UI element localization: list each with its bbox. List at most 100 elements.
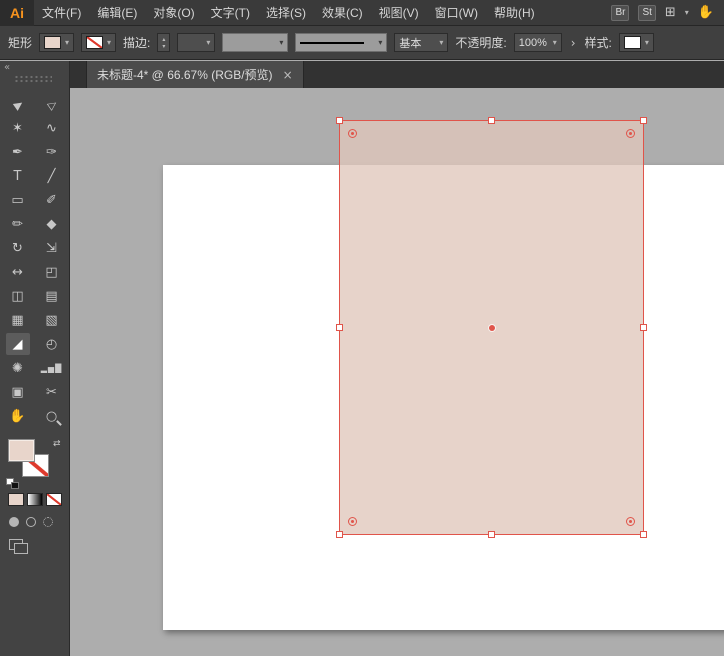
fill-swatch[interactable] <box>8 439 35 462</box>
live-corner-widget-bottom-left[interactable] <box>348 517 357 526</box>
panel-grip[interactable] <box>14 75 52 83</box>
brush-definition-combo[interactable]: ▾ <box>295 33 388 52</box>
menu-type[interactable]: 文字(T) <box>203 0 258 26</box>
none-button[interactable] <box>46 493 62 506</box>
handle-top-middle[interactable] <box>487 117 495 124</box>
handle-top-left[interactable] <box>336 117 343 124</box>
menu-effect[interactable]: 效果(C) <box>314 0 371 26</box>
canvas-area[interactable] <box>70 88 724 656</box>
zoom-tool[interactable]: ○ <box>40 405 64 427</box>
width-tool[interactable]: ↔ <box>6 261 30 283</box>
paint-mode-buttons <box>0 489 69 506</box>
stroke-color-swatch <box>86 36 104 49</box>
default-fill-stroke-icon[interactable] <box>6 478 19 489</box>
opacity-label: 不透明度: <box>455 36 507 50</box>
perspective-grid-tool[interactable]: ▤ <box>40 285 64 307</box>
shape-builder-tool[interactable]: ◫ <box>6 285 30 307</box>
menubar-right-group: Br St ⊞ ▾ ✋ <box>611 4 724 21</box>
lasso-tool[interactable]: ∿ <box>40 117 64 139</box>
free-transform-tool[interactable]: ◰ <box>40 261 64 283</box>
spinner-down-icon[interactable]: ▾ <box>162 43 165 50</box>
tab-bar: 未标题-4* @ 66.67% (RGB/预览) × <box>70 61 724 88</box>
caret-down-icon: ▾ <box>684 7 689 17</box>
rectangle-tool[interactable]: ▭ <box>6 189 30 211</box>
brush-name-combo[interactable]: 基本 ▾ <box>394 33 449 52</box>
hand-tool[interactable]: ✋ <box>6 405 30 427</box>
tab-close-icon[interactable]: × <box>283 68 293 82</box>
tools-grid: ▶ ▷ ✶ ∿ ✒ ✑ T ╱ ▭ ✐ ✏ ◆ ↻ ⇲ ↔ ◰ ◫ ▤ ▦ ▧ … <box>0 88 69 427</box>
control-bar: 矩形 ▾ ▾ 描边: ▴ ▾ ▾ ▾ ▾ 基本 ▾ 不透明度: 100% ▾ ›… <box>0 26 724 60</box>
line-segment-tool[interactable]: ╱ <box>40 165 64 187</box>
screen-mode-front-rect <box>14 543 28 554</box>
rotate-tool[interactable]: ↻ <box>6 237 30 259</box>
screen-mode-icon[interactable] <box>9 539 29 555</box>
arrange-documents-icon[interactable]: ⊞ <box>665 5 676 20</box>
eyedropper-tool[interactable]: ◢ <box>5 333 30 355</box>
expand-panel-icon[interactable]: › <box>569 36 578 50</box>
menu-object[interactable]: 对象(O) <box>145 0 202 26</box>
handle-bottom-right[interactable] <box>640 531 647 538</box>
opacity-combo[interactable]: 100% ▾ <box>513 33 562 52</box>
handle-middle-left[interactable] <box>336 323 343 331</box>
selection-tool[interactable]: ▶ <box>1 88 33 120</box>
draw-normal-icon[interactable] <box>9 517 19 527</box>
draw-inside-icon[interactable] <box>43 517 53 527</box>
selected-rectangle[interactable] <box>336 117 647 538</box>
fill-color-swatch <box>44 36 62 49</box>
center-anchor-point[interactable] <box>488 324 495 331</box>
menu-select[interactable]: 选择(S) <box>258 0 314 26</box>
tab-title: 未标题-4* @ 66.67% (RGB/预览) <box>97 68 273 82</box>
live-corner-widget-bottom-right[interactable] <box>626 517 635 526</box>
stock-button[interactable]: St <box>638 4 656 21</box>
eraser-tool[interactable]: ◆ <box>40 213 64 235</box>
stroke-weight-label: 描边: <box>123 36 151 50</box>
slice-tool[interactable]: ✂ <box>40 381 64 403</box>
stroke-weight-stepper[interactable]: ▴ ▾ <box>157 33 171 52</box>
handle-top-right[interactable] <box>640 117 647 124</box>
blend-tool[interactable]: ◴ <box>40 333 64 355</box>
gradient-button[interactable] <box>27 493 43 506</box>
style-combo[interactable]: ▾ <box>618 33 654 52</box>
caret-down-icon: ▾ <box>279 37 284 47</box>
document-tab[interactable]: 未标题-4* @ 66.67% (RGB/预览) × <box>86 61 304 88</box>
menu-file[interactable]: 文件(F) <box>34 0 89 26</box>
pen-tool[interactable]: ✒ <box>6 141 30 163</box>
collapse-panel-icon[interactable]: « <box>4 62 10 73</box>
menu-help[interactable]: 帮助(H) <box>486 0 543 26</box>
symbol-sprayer-tool[interactable]: ✺ <box>6 357 30 379</box>
handle-middle-right[interactable] <box>640 323 647 331</box>
swap-fill-stroke-icon[interactable]: ⇄ <box>53 439 61 449</box>
stroke-color-combo[interactable]: ▾ <box>81 33 117 52</box>
menu-window[interactable]: 窗口(W) <box>427 0 486 26</box>
menu-view[interactable]: 视图(V) <box>371 0 427 26</box>
paintbrush-tool[interactable]: ✐ <box>40 189 64 211</box>
mesh-tool[interactable]: ▦ <box>6 309 30 331</box>
artboard-tool[interactable]: ▣ <box>6 381 30 403</box>
direct-selection-tool[interactable]: ▷ <box>35 88 67 120</box>
spinner-up-icon[interactable]: ▴ <box>162 36 165 43</box>
column-graph-tool[interactable]: ▂▅█ <box>40 357 64 379</box>
fill-color-combo[interactable]: ▾ <box>39 33 75 52</box>
live-corner-widget-top-left[interactable] <box>348 129 357 138</box>
fill-stroke-swatches: ⇄ <box>6 439 63 489</box>
touch-workspace-icon[interactable]: ✋ <box>698 5 714 20</box>
magic-wand-tool[interactable]: ✶ <box>6 117 30 139</box>
gradient-tool[interactable]: ▧ <box>40 309 64 331</box>
width-profile-combo[interactable]: ▾ <box>222 33 289 52</box>
live-corner-widget-top-right[interactable] <box>626 129 635 138</box>
tools-panel: ▶ ▷ ✶ ∿ ✒ ✑ T ╱ ▭ ✐ ✏ ◆ ↻ ⇲ ↔ ◰ ◫ ▤ ▦ ▧ … <box>0 88 70 656</box>
type-tool[interactable]: T <box>6 165 30 187</box>
handle-bottom-middle[interactable] <box>487 531 495 538</box>
menu-edit[interactable]: 编辑(E) <box>89 0 145 26</box>
brush-name: 基本 <box>399 37 422 50</box>
pencil-tool[interactable]: ✏ <box>6 213 30 235</box>
color-button[interactable] <box>8 493 24 506</box>
caret-down-icon: ▾ <box>552 37 557 47</box>
handle-bottom-left[interactable] <box>336 531 343 538</box>
stroke-weight-combo[interactable]: ▾ <box>177 33 216 52</box>
illustrator-window: Ai 文件(F) 编辑(E) 对象(O) 文字(T) 选择(S) 效果(C) 视… <box>0 0 724 656</box>
curvature-tool[interactable]: ✑ <box>40 141 64 163</box>
draw-behind-icon[interactable] <box>26 517 36 527</box>
scale-tool[interactable]: ⇲ <box>40 237 64 259</box>
bridge-button[interactable]: Br <box>611 4 630 21</box>
